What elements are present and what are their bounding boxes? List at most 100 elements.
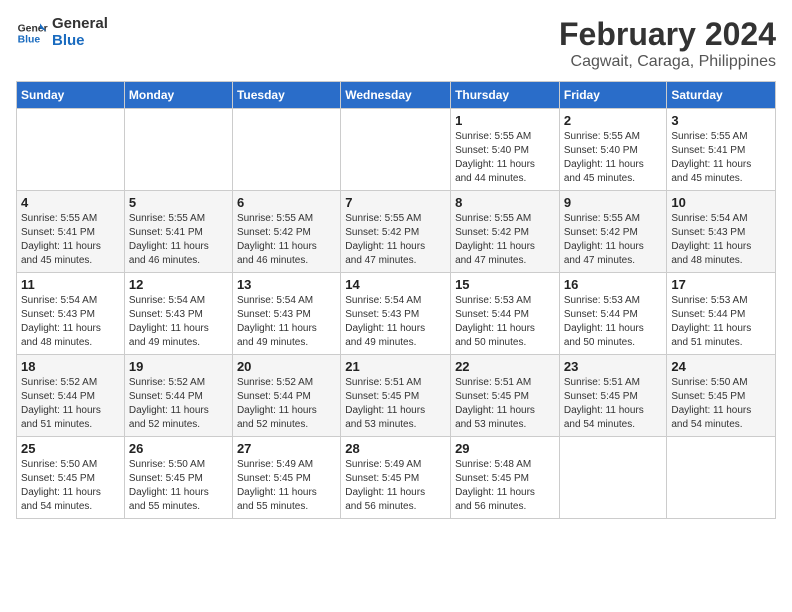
- week-row-5: 25 Sunrise: 5:50 AM Sunset: 5:45 PM Dayli…: [17, 437, 776, 519]
- day-info: Sunrise: 5:52 AM Sunset: 5:44 PM Dayligh…: [129, 376, 228, 432]
- day-info: Sunrise: 5:53 AM Sunset: 5:44 PM Dayligh…: [671, 294, 771, 350]
- calendar-cell: 14 Sunrise: 5:54 AM Sunset: 5:43 PM Dayli…: [341, 273, 451, 355]
- day-info: Sunrise: 5:50 AM Sunset: 5:45 PM Dayligh…: [129, 458, 228, 514]
- calendar-cell: 13 Sunrise: 5:54 AM Sunset: 5:43 PM Dayli…: [232, 273, 340, 355]
- calendar-cell: 12 Sunrise: 5:54 AM Sunset: 5:43 PM Dayli…: [124, 273, 232, 355]
- calendar-body: 1 Sunrise: 5:55 AM Sunset: 5:40 PM Daylig…: [17, 109, 776, 519]
- day-info: Sunrise: 5:55 AM Sunset: 5:42 PM Dayligh…: [237, 212, 336, 268]
- calendar-cell: [232, 109, 340, 191]
- day-info: Sunrise: 5:55 AM Sunset: 5:40 PM Dayligh…: [564, 130, 663, 186]
- day-number: 9: [564, 195, 663, 210]
- calendar-cell: 27 Sunrise: 5:49 AM Sunset: 5:45 PM Dayli…: [232, 437, 340, 519]
- weekday-wednesday: Wednesday: [341, 82, 451, 109]
- day-number: 19: [129, 359, 228, 374]
- day-number: 11: [21, 277, 120, 292]
- day-number: 24: [671, 359, 771, 374]
- day-number: 13: [237, 277, 336, 292]
- weekday-thursday: Thursday: [451, 82, 560, 109]
- day-number: 21: [345, 359, 446, 374]
- day-number: 14: [345, 277, 446, 292]
- calendar-cell: 15Sunrise: 5:53 AM Sunset: 5:44 PM Dayli…: [451, 273, 560, 355]
- day-info: Sunrise: 5:55 AM Sunset: 5:41 PM Dayligh…: [129, 212, 228, 268]
- day-info: Sunrise: 5:51 AM Sunset: 5:45 PM Dayligh…: [345, 376, 446, 432]
- day-info: Sunrise: 5:51 AM Sunset: 5:45 PM Dayligh…: [455, 376, 555, 432]
- day-info: Sunrise: 5:53 AM Sunset: 5:44 PM Dayligh…: [564, 294, 663, 350]
- day-number: 2: [564, 113, 663, 128]
- day-number: 15: [455, 277, 555, 292]
- calendar-cell: [124, 109, 232, 191]
- month-title: February 2024: [559, 16, 776, 53]
- calendar-cell: 28 Sunrise: 5:49 AM Sunset: 5:45 PM Dayli…: [341, 437, 451, 519]
- weekday-saturday: Saturday: [667, 82, 776, 109]
- day-info: Sunrise: 5:55 AM Sunset: 5:42 PM Dayligh…: [564, 212, 663, 268]
- weekday-header-row: SundayMondayTuesdayWednesdayThursdayFrid…: [17, 82, 776, 109]
- day-info: Sunrise: 5:54 AM Sunset: 5:43 PM Dayligh…: [345, 294, 446, 350]
- calendar-cell: 9 Sunrise: 5:55 AM Sunset: 5:42 PM Daylig…: [559, 191, 667, 273]
- logo-text-general: General: [52, 16, 108, 33]
- day-info: Sunrise: 5:52 AM Sunset: 5:44 PM Dayligh…: [237, 376, 336, 432]
- calendar-cell: 7Sunrise: 5:55 AM Sunset: 5:42 PM Daylig…: [341, 191, 451, 273]
- day-number: 25: [21, 441, 120, 456]
- day-info: Sunrise: 5:52 AM Sunset: 5:44 PM Dayligh…: [21, 376, 120, 432]
- day-info: Sunrise: 5:50 AM Sunset: 5:45 PM Dayligh…: [21, 458, 120, 514]
- day-number: 22: [455, 359, 555, 374]
- calendar-cell: 16 Sunrise: 5:53 AM Sunset: 5:44 PM Dayli…: [559, 273, 667, 355]
- logo: General Blue General Blue: [16, 16, 108, 49]
- calendar-cell: [341, 109, 451, 191]
- day-number: 5: [129, 195, 228, 210]
- day-info: Sunrise: 5:54 AM Sunset: 5:43 PM Dayligh…: [671, 212, 771, 268]
- day-number: 16: [564, 277, 663, 292]
- calendar-cell: [559, 437, 667, 519]
- calendar-cell: 8 Sunrise: 5:55 AM Sunset: 5:42 PM Daylig…: [451, 191, 560, 273]
- calendar-cell: 2 Sunrise: 5:55 AM Sunset: 5:40 PM Daylig…: [559, 109, 667, 191]
- logo-text-blue: Blue: [52, 33, 108, 50]
- calendar-cell: 3 Sunrise: 5:55 AM Sunset: 5:41 PM Daylig…: [667, 109, 776, 191]
- day-info: Sunrise: 5:54 AM Sunset: 5:43 PM Dayligh…: [129, 294, 228, 350]
- day-number: 4: [21, 195, 120, 210]
- day-number: 17: [671, 277, 771, 292]
- calendar-cell: [667, 437, 776, 519]
- calendar-cell: 26 Sunrise: 5:50 AM Sunset: 5:45 PM Dayli…: [124, 437, 232, 519]
- calendar-table: SundayMondayTuesdayWednesdayThursdayFrid…: [16, 81, 776, 519]
- day-info: Sunrise: 5:55 AM Sunset: 5:41 PM Dayligh…: [671, 130, 771, 186]
- week-row-4: 18 Sunrise: 5:52 AM Sunset: 5:44 PM Dayli…: [17, 355, 776, 437]
- calendar-cell: 11Sunrise: 5:54 AM Sunset: 5:43 PM Dayli…: [17, 273, 125, 355]
- day-number: 12: [129, 277, 228, 292]
- page-header: General Blue General Blue February 2024 …: [16, 16, 776, 71]
- calendar-cell: 20Sunrise: 5:52 AM Sunset: 5:44 PM Dayli…: [232, 355, 340, 437]
- calendar-cell: 1Sunrise: 5:55 AM Sunset: 5:40 PM Daylig…: [451, 109, 560, 191]
- calendar-cell: 5 Sunrise: 5:55 AM Sunset: 5:41 PM Daylig…: [124, 191, 232, 273]
- day-number: 8: [455, 195, 555, 210]
- day-number: 26: [129, 441, 228, 456]
- calendar-cell: 6 Sunrise: 5:55 AM Sunset: 5:42 PM Daylig…: [232, 191, 340, 273]
- calendar-cell: 4 Sunrise: 5:55 AM Sunset: 5:41 PM Daylig…: [17, 191, 125, 273]
- calendar-cell: 21 Sunrise: 5:51 AM Sunset: 5:45 PM Dayli…: [341, 355, 451, 437]
- day-number: 27: [237, 441, 336, 456]
- week-row-2: 4 Sunrise: 5:55 AM Sunset: 5:41 PM Daylig…: [17, 191, 776, 273]
- day-info: Sunrise: 5:48 AM Sunset: 5:45 PM Dayligh…: [455, 458, 555, 514]
- day-info: Sunrise: 5:55 AM Sunset: 5:41 PM Dayligh…: [21, 212, 120, 268]
- calendar-cell: 19 Sunrise: 5:52 AM Sunset: 5:44 PM Dayli…: [124, 355, 232, 437]
- day-info: Sunrise: 5:49 AM Sunset: 5:45 PM Dayligh…: [345, 458, 446, 514]
- day-number: 6: [237, 195, 336, 210]
- day-number: 10: [671, 195, 771, 210]
- logo-icon: General Blue: [16, 17, 48, 49]
- day-info: Sunrise: 5:49 AM Sunset: 5:45 PM Dayligh…: [237, 458, 336, 514]
- day-number: 28: [345, 441, 446, 456]
- weekday-friday: Friday: [559, 82, 667, 109]
- calendar-cell: 18 Sunrise: 5:52 AM Sunset: 5:44 PM Dayli…: [17, 355, 125, 437]
- weekday-tuesday: Tuesday: [232, 82, 340, 109]
- day-info: Sunrise: 5:50 AM Sunset: 5:45 PM Dayligh…: [671, 376, 771, 432]
- calendar-cell: 29Sunrise: 5:48 AM Sunset: 5:45 PM Dayli…: [451, 437, 560, 519]
- calendar-cell: 17 Sunrise: 5:53 AM Sunset: 5:44 PM Dayli…: [667, 273, 776, 355]
- day-info: Sunrise: 5:55 AM Sunset: 5:42 PM Dayligh…: [455, 212, 555, 268]
- day-number: 1: [455, 113, 555, 128]
- day-info: Sunrise: 5:55 AM Sunset: 5:42 PM Dayligh…: [345, 212, 446, 268]
- calendar-cell: 10 Sunrise: 5:54 AM Sunset: 5:43 PM Dayli…: [667, 191, 776, 273]
- calendar-cell: 25 Sunrise: 5:50 AM Sunset: 5:45 PM Dayli…: [17, 437, 125, 519]
- calendar-cell: 24 Sunrise: 5:50 AM Sunset: 5:45 PM Dayli…: [667, 355, 776, 437]
- week-row-3: 11 Sunrise: 5:54 AM Sunset: 5:43 PM Dayli…: [17, 273, 776, 355]
- day-info: Sunrise: 5:54 AM Sunset: 5:43 PM Dayligh…: [237, 294, 336, 350]
- day-number: 3: [671, 113, 771, 128]
- day-number: 18: [21, 359, 120, 374]
